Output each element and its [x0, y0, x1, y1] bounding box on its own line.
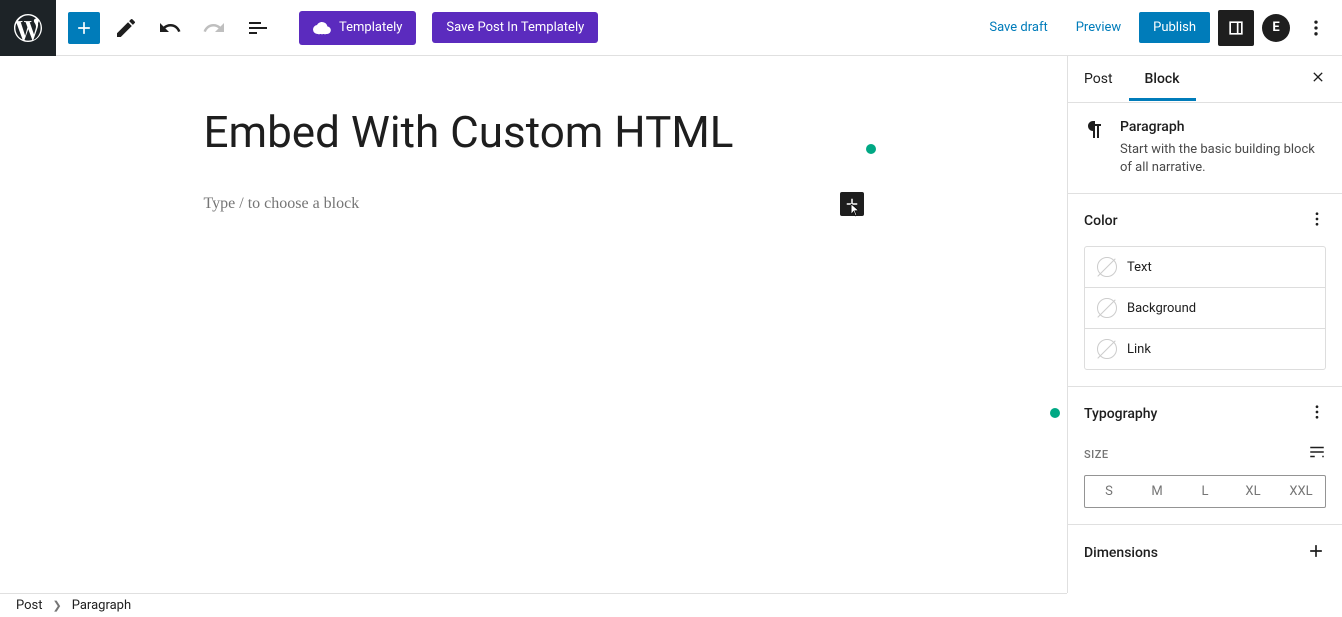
color-background-option[interactable]: Background — [1085, 288, 1325, 329]
undo-icon — [158, 16, 182, 40]
more-options-button[interactable] — [1298, 10, 1334, 46]
color-panel-menu-button[interactable] — [1308, 210, 1326, 232]
chevron-right-icon: ❯ — [53, 599, 62, 612]
typography-panel-title: Typography — [1084, 406, 1157, 422]
size-label-row: SIZE — [1084, 443, 1326, 465]
typography-panel-menu-button[interactable] — [1308, 403, 1326, 425]
block-info-panel: Paragraph Start with the basic building … — [1068, 103, 1342, 194]
templately-button[interactable]: Templately — [299, 11, 416, 45]
color-swatch-empty-icon — [1097, 339, 1117, 359]
wordpress-logo[interactable] — [0, 0, 56, 56]
empty-block-row: Type / to choose a block — [204, 192, 864, 216]
tab-post[interactable]: Post — [1068, 57, 1129, 101]
crumb-paragraph[interactable]: Paragraph — [72, 598, 131, 613]
plus-icon — [843, 195, 861, 213]
cloud-icon — [313, 19, 331, 37]
breadcrumb: Post ❯ Paragraph — [0, 593, 1067, 617]
more-vertical-icon — [1308, 403, 1326, 421]
top-toolbar: Templately Save Post In Templately Save … — [0, 0, 1342, 56]
dimensions-add-button[interactable] — [1306, 541, 1326, 565]
save-draft-button[interactable]: Save draft — [979, 14, 1057, 41]
plus-icon — [1306, 541, 1326, 561]
close-sidebar-button[interactable] — [1294, 56, 1342, 103]
color-text-option[interactable]: Text — [1085, 247, 1325, 288]
block-description: Start with the basic building block of a… — [1120, 141, 1326, 177]
list-view-button[interactable] — [240, 10, 276, 46]
toolbar-right-group: Save draft Preview Publish E — [979, 10, 1342, 46]
more-vertical-icon — [1306, 18, 1326, 38]
size-label: SIZE — [1084, 448, 1109, 461]
plus-icon — [74, 18, 94, 38]
color-swatch-empty-icon — [1097, 298, 1117, 318]
toolbar-left-group: Templately Save Post In Templately — [56, 10, 598, 46]
crumb-post[interactable]: Post — [16, 598, 43, 613]
templately-label: Templately — [339, 20, 402, 35]
color-link-option[interactable]: Link — [1085, 329, 1325, 369]
sliders-icon — [1308, 443, 1326, 461]
inline-add-block-button[interactable] — [840, 192, 864, 216]
editor-content: Embed With Custom HTML Type / to choose … — [204, 106, 864, 216]
color-swatch-empty-icon — [1097, 257, 1117, 277]
typography-panel-header: Typography — [1084, 403, 1326, 425]
color-panel: Color Text Background Link — [1068, 194, 1342, 387]
sidebar-icon — [1226, 18, 1246, 38]
size-xl-button[interactable]: XL — [1229, 476, 1277, 507]
editor-canvas[interactable]: Embed With Custom HTML Type / to choose … — [0, 56, 1067, 593]
pencil-icon — [114, 16, 138, 40]
color-options-list: Text Background Link — [1084, 246, 1326, 370]
tools-button[interactable] — [108, 10, 144, 46]
undo-button[interactable] — [152, 10, 188, 46]
size-xxl-button[interactable]: XXL — [1277, 476, 1325, 507]
close-icon — [1310, 69, 1326, 85]
add-block-button[interactable] — [68, 12, 100, 44]
sidebar-toggle-button[interactable] — [1218, 10, 1254, 46]
tab-block[interactable]: Block — [1129, 57, 1196, 101]
dimensions-panel: Dimensions — [1068, 525, 1342, 581]
typography-panel: Typography SIZE S M L XL XXL — [1068, 387, 1342, 525]
redo-button — [196, 10, 232, 46]
save-templately-label: Save Post In Templately — [446, 20, 584, 35]
wordpress-icon — [14, 14, 42, 42]
main-container: Embed With Custom HTML Type / to choose … — [0, 56, 1342, 593]
preview-button[interactable]: Preview — [1066, 14, 1131, 41]
color-panel-title: Color — [1084, 213, 1118, 229]
list-view-icon — [246, 16, 270, 40]
post-title[interactable]: Embed With Custom HTML — [204, 106, 864, 160]
redo-icon — [202, 16, 226, 40]
more-vertical-icon — [1308, 210, 1326, 228]
block-placeholder-text[interactable]: Type / to choose a block — [204, 195, 360, 213]
size-settings-button[interactable] — [1308, 443, 1326, 465]
size-s-button[interactable]: S — [1085, 476, 1133, 507]
paragraph-icon — [1084, 119, 1108, 177]
annotation-dot — [866, 144, 876, 154]
size-l-button[interactable]: L — [1181, 476, 1229, 507]
sidebar-tabs: Post Block — [1068, 56, 1342, 103]
publish-button[interactable]: Publish — [1139, 12, 1210, 43]
size-options: S M L XL XXL — [1084, 475, 1326, 508]
annotation-dot — [1050, 408, 1060, 418]
essential-addon-button[interactable]: E — [1262, 14, 1290, 42]
block-title: Paragraph — [1120, 119, 1326, 135]
settings-sidebar: Post Block Paragraph Start with the basi… — [1067, 56, 1342, 593]
color-panel-header: Color — [1084, 210, 1326, 232]
dimensions-panel-title: Dimensions — [1084, 545, 1158, 561]
size-m-button[interactable]: M — [1133, 476, 1181, 507]
save-templately-button[interactable]: Save Post In Templately — [432, 12, 598, 43]
